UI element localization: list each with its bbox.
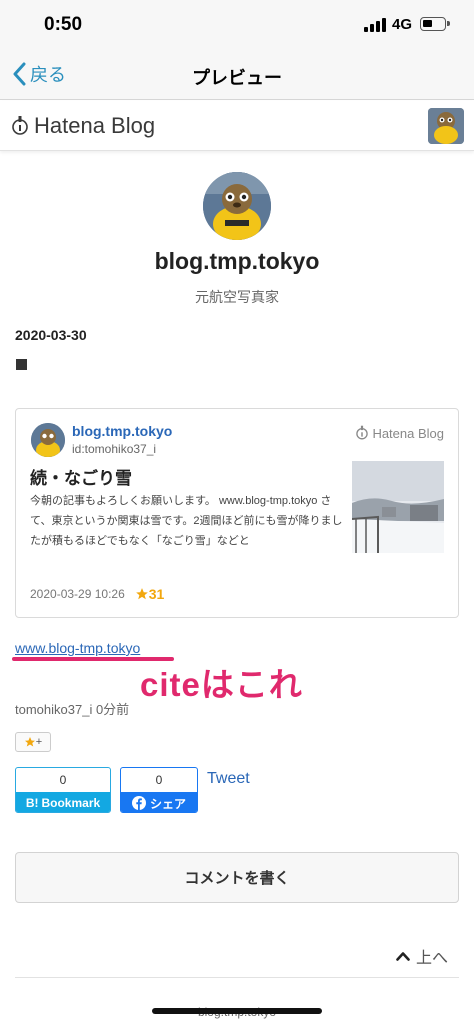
facebook-icon (131, 796, 146, 810)
signal-icon (364, 18, 386, 32)
header-user-avatar[interactable] (428, 108, 464, 144)
hatena-bookmark-button[interactable]: 0 B! Bookmark (15, 767, 111, 813)
profile-avatar[interactable] (203, 172, 271, 240)
status-time: 0:50 (44, 14, 83, 35)
card-excerpt: 今朝の記事もよろしくお願いします。 www.blog-tmp.tokyo さて、… (30, 495, 343, 547)
cite-link[interactable]: www.blog-tmp.tokyo (15, 640, 140, 656)
navigation-bar: 戻る プレビュー (0, 48, 474, 100)
write-comment-button[interactable]: コメントを書く (15, 852, 459, 903)
hatena-bottle-icon (356, 425, 369, 440)
card-blog-name[interactable]: blog.tmp.tokyo (72, 423, 172, 439)
hatena-blog-header: Hatena Blog (0, 101, 474, 151)
home-indicator[interactable] (152, 1008, 322, 1014)
hatena-bookmark-icon: B! (25, 796, 39, 810)
facebook-count: 0 (155, 773, 163, 787)
star-icon (135, 588, 148, 600)
square-bullet-icon (16, 359, 27, 370)
card-entry-title[interactable]: 続・なごり雪 (30, 464, 132, 489)
cite-annotation: citeはこれ (140, 666, 303, 703)
chevron-up-icon (396, 952, 410, 961)
card-datetime: 2020-03-29 10:26 (30, 587, 125, 601)
back-to-top-label: 上へ (415, 950, 448, 967)
hatena-logo-text: Hatena Blog (34, 113, 156, 138)
status-bar: 0:50 4G (0, 0, 474, 48)
facebook-share-button[interactable]: 0 シェア (120, 767, 198, 813)
star-icon (24, 737, 35, 747)
footer-divider (15, 977, 459, 978)
post-date: 2020-03-30 (15, 327, 87, 343)
card-hatena-logo: Hatena Blog (356, 425, 444, 441)
hatena-bottle-icon (12, 116, 28, 135)
facebook-label: シェア (149, 796, 186, 811)
blog-description: 元航空写真家 (195, 289, 279, 305)
add-star-button[interactable]: + (15, 732, 51, 752)
card-meta: 2020-03-29 10:26 31 (30, 586, 164, 602)
bookmark-label: Bookmark (41, 796, 101, 810)
card-star-count: 31 (135, 586, 165, 602)
back-to-top-link[interactable]: 上へ (396, 944, 448, 968)
bookmark-count: 0 (59, 773, 67, 787)
card-logo-text: Hatena Blog (372, 425, 444, 441)
hatena-blog-logo[interactable]: Hatena Blog (12, 113, 155, 139)
blog-embed-card[interactable]: blog.tmp.tokyo id:tomohiko37_i Hatena Bl… (15, 408, 459, 618)
page-title: プレビュー (192, 68, 282, 88)
card-user-id: id:tomohiko37_i (72, 442, 157, 456)
author-timestamp: tomohiko37_i 0分前 (15, 702, 130, 717)
card-thumbnail-image[interactable] (352, 461, 444, 553)
card-avatar[interactable] (31, 423, 65, 457)
blog-title[interactable]: blog.tmp.tokyo (0, 248, 474, 275)
battery-icon (420, 17, 450, 31)
star-count-value: 31 (148, 586, 165, 602)
tweet-link[interactable]: Tweet (207, 770, 250, 788)
network-type: 4G (392, 16, 413, 33)
add-star-label: + (35, 736, 43, 748)
